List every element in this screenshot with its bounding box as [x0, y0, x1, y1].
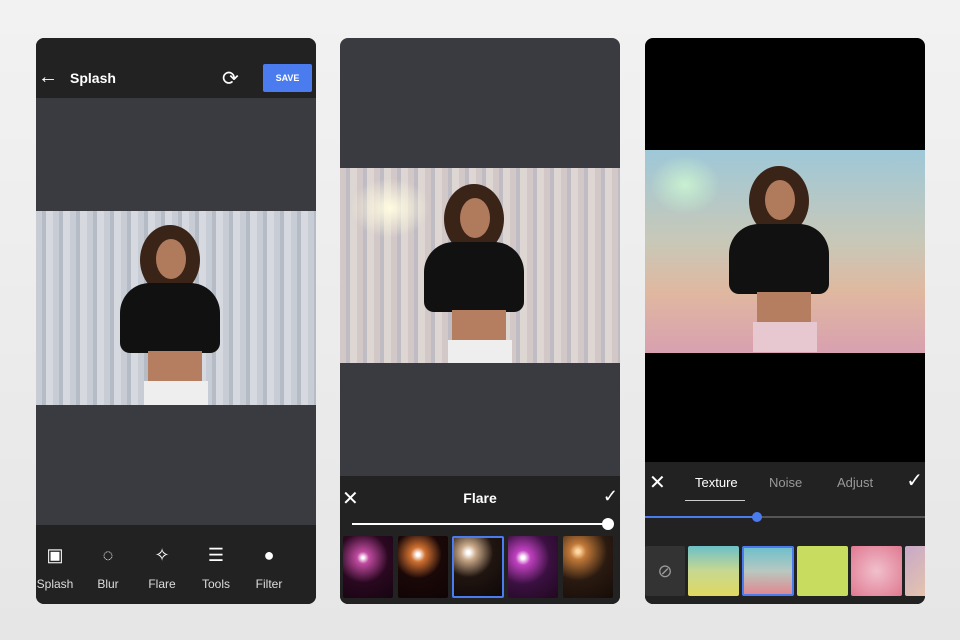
tab-adjust[interactable]: Adjust [837, 475, 873, 490]
flare-thumb-selected[interactable] [452, 536, 504, 598]
back-arrow-icon[interactable]: ← [38, 66, 58, 89]
close-icon[interactable]: ✕ [649, 470, 666, 495]
texture-panel: ✕ Texture Noise Adjust ✓ ⊘ [645, 462, 925, 604]
no-texture-button[interactable]: ⊘ [645, 546, 685, 596]
tab-noise[interactable]: Noise [769, 475, 802, 490]
texture-screen: ✕ Texture Noise Adjust ✓ ⊘ [645, 38, 925, 604]
active-tab-underline [685, 500, 745, 501]
tool-bar: ▣ Splash ◌ Blur ✧ Flare ☰ Tools ● Filter [36, 525, 316, 604]
sparkle-icon: ✧ [154, 545, 170, 565]
flare-screen: ✕ Flare ✓ [340, 38, 620, 604]
flare-thumb[interactable] [508, 536, 558, 598]
tool-tools[interactable]: ☰ Tools [189, 545, 243, 591]
photo [36, 211, 316, 405]
texture-thumb[interactable] [851, 546, 902, 596]
slider-knob[interactable] [752, 512, 762, 522]
save-button[interactable]: SAVE [263, 64, 312, 92]
texture-thumb[interactable] [688, 546, 739, 596]
circles-icon: ● [263, 545, 275, 565]
texture-thumb-selected[interactable] [742, 546, 794, 596]
sliders-icon: ☰ [207, 545, 225, 565]
intensity-slider[interactable] [352, 518, 614, 530]
photo [340, 168, 620, 363]
panel-title: Flare [463, 490, 497, 506]
tab-texture[interactable]: Texture [695, 475, 738, 490]
top-bar: ← Splash ⟳ SAVE [36, 38, 316, 98]
drop-icon: ◌ [102, 545, 114, 565]
photo [645, 150, 925, 353]
flare-thumb[interactable] [343, 536, 393, 598]
flare-thumb[interactable] [398, 536, 448, 598]
tool-filter[interactable]: ● Filter [242, 545, 296, 591]
tool-flare[interactable]: ✧ Flare [135, 545, 189, 591]
sync-icon[interactable]: ⟳ [222, 66, 239, 91]
none-icon: ⊘ [657, 561, 673, 581]
check-icon[interactable]: ✓ [603, 486, 618, 507]
tool-blur[interactable]: ◌ Blur [81, 545, 135, 591]
flare-thumb[interactable] [563, 536, 613, 598]
screen-title: Splash [70, 70, 116, 86]
texture-thumb[interactable] [905, 546, 925, 596]
flare-panel: ✕ Flare ✓ [340, 476, 620, 604]
splash-icon: ▣ [46, 545, 64, 565]
slider-knob[interactable] [602, 518, 614, 530]
intensity-slider[interactable] [645, 512, 925, 522]
texture-thumb[interactable] [797, 546, 848, 596]
tool-splash[interactable]: ▣ Splash [36, 545, 82, 591]
check-icon[interactable]: ✓ [906, 468, 923, 493]
splash-screen: ← Splash ⟳ SAVE ▣ Splash ◌ Blur ✧ Flare ☰ To… [36, 38, 316, 604]
